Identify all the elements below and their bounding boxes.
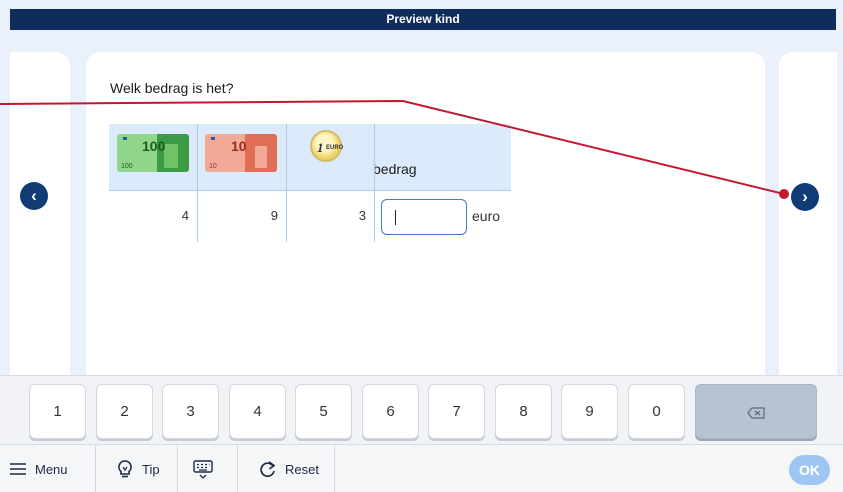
key-4[interactable]: 4	[229, 384, 286, 439]
reset-label: Reset	[285, 461, 319, 477]
svg-text:100: 100	[121, 163, 133, 170]
banknote-10-icon: 10 10	[205, 134, 277, 172]
coin-euro-label: EURO	[326, 145, 344, 151]
menu-icon	[10, 463, 26, 475]
ok-button[interactable]: OK	[789, 455, 830, 485]
key-2[interactable]: 2	[96, 384, 153, 439]
keyboard-button[interactable]	[193, 445, 213, 492]
next-card	[779, 52, 837, 382]
keyboard-icon	[193, 460, 213, 479]
toolbar-divider	[334, 445, 335, 492]
key-8[interactable]: 8	[495, 384, 552, 439]
banknote-10-label: 10	[231, 138, 247, 154]
banknote-100-label: 100	[142, 138, 166, 154]
banknote-100-icon: 100 100	[117, 134, 189, 172]
count-1-coins: 3	[358, 208, 366, 223]
coin-1-euro-icon: 1 EURO	[310, 130, 344, 162]
window-title-bar: Preview kind	[10, 9, 836, 30]
key-5[interactable]: 5	[295, 384, 352, 439]
chevron-left-icon: ‹	[31, 186, 37, 205]
previous-card	[10, 52, 70, 382]
reset-icon	[260, 460, 276, 477]
key-6[interactable]: 6	[362, 384, 419, 439]
tip-label: Tip	[142, 461, 160, 477]
answer-column-header: bedrag	[373, 161, 417, 177]
reset-button[interactable]: Reset	[259, 445, 319, 492]
column-divider	[197, 124, 198, 242]
backspace-button[interactable]	[695, 384, 817, 439]
amount-unit: euro	[472, 208, 501, 224]
previous-button[interactable]: ‹	[20, 182, 48, 210]
toolbar-divider	[177, 445, 178, 492]
backspace-icon	[747, 407, 765, 419]
column-divider	[286, 124, 287, 242]
key-7[interactable]: 7	[428, 384, 485, 439]
key-3[interactable]: 3	[162, 384, 219, 439]
count-10-notes: 9	[270, 208, 278, 223]
menu-button[interactable]: Menu	[10, 445, 68, 492]
window-title: Preview kind	[386, 12, 460, 26]
chevron-right-icon: ›	[802, 187, 808, 206]
column-divider	[374, 124, 375, 242]
toolbar-divider	[237, 445, 238, 492]
toolbar-divider	[95, 445, 96, 492]
count-100-notes: 4	[181, 208, 189, 223]
amount-input[interactable]	[381, 199, 467, 235]
lightbulb-icon	[118, 460, 132, 478]
menu-label: Menu	[35, 461, 68, 477]
table-divider	[109, 190, 511, 191]
key-9[interactable]: 9	[561, 384, 618, 439]
tip-button[interactable]: Tip	[117, 445, 160, 492]
question-text: Welk bedrag is het?	[110, 80, 234, 96]
next-button[interactable]: ›	[791, 183, 819, 211]
bottom-toolbar: Menu Tip Reset OK	[0, 444, 843, 492]
key-1[interactable]: 1	[29, 384, 86, 439]
key-0[interactable]: 0	[628, 384, 685, 439]
svg-text:10: 10	[209, 163, 217, 170]
coin-value-label: 1	[317, 140, 324, 155]
text-caret	[395, 210, 396, 225]
